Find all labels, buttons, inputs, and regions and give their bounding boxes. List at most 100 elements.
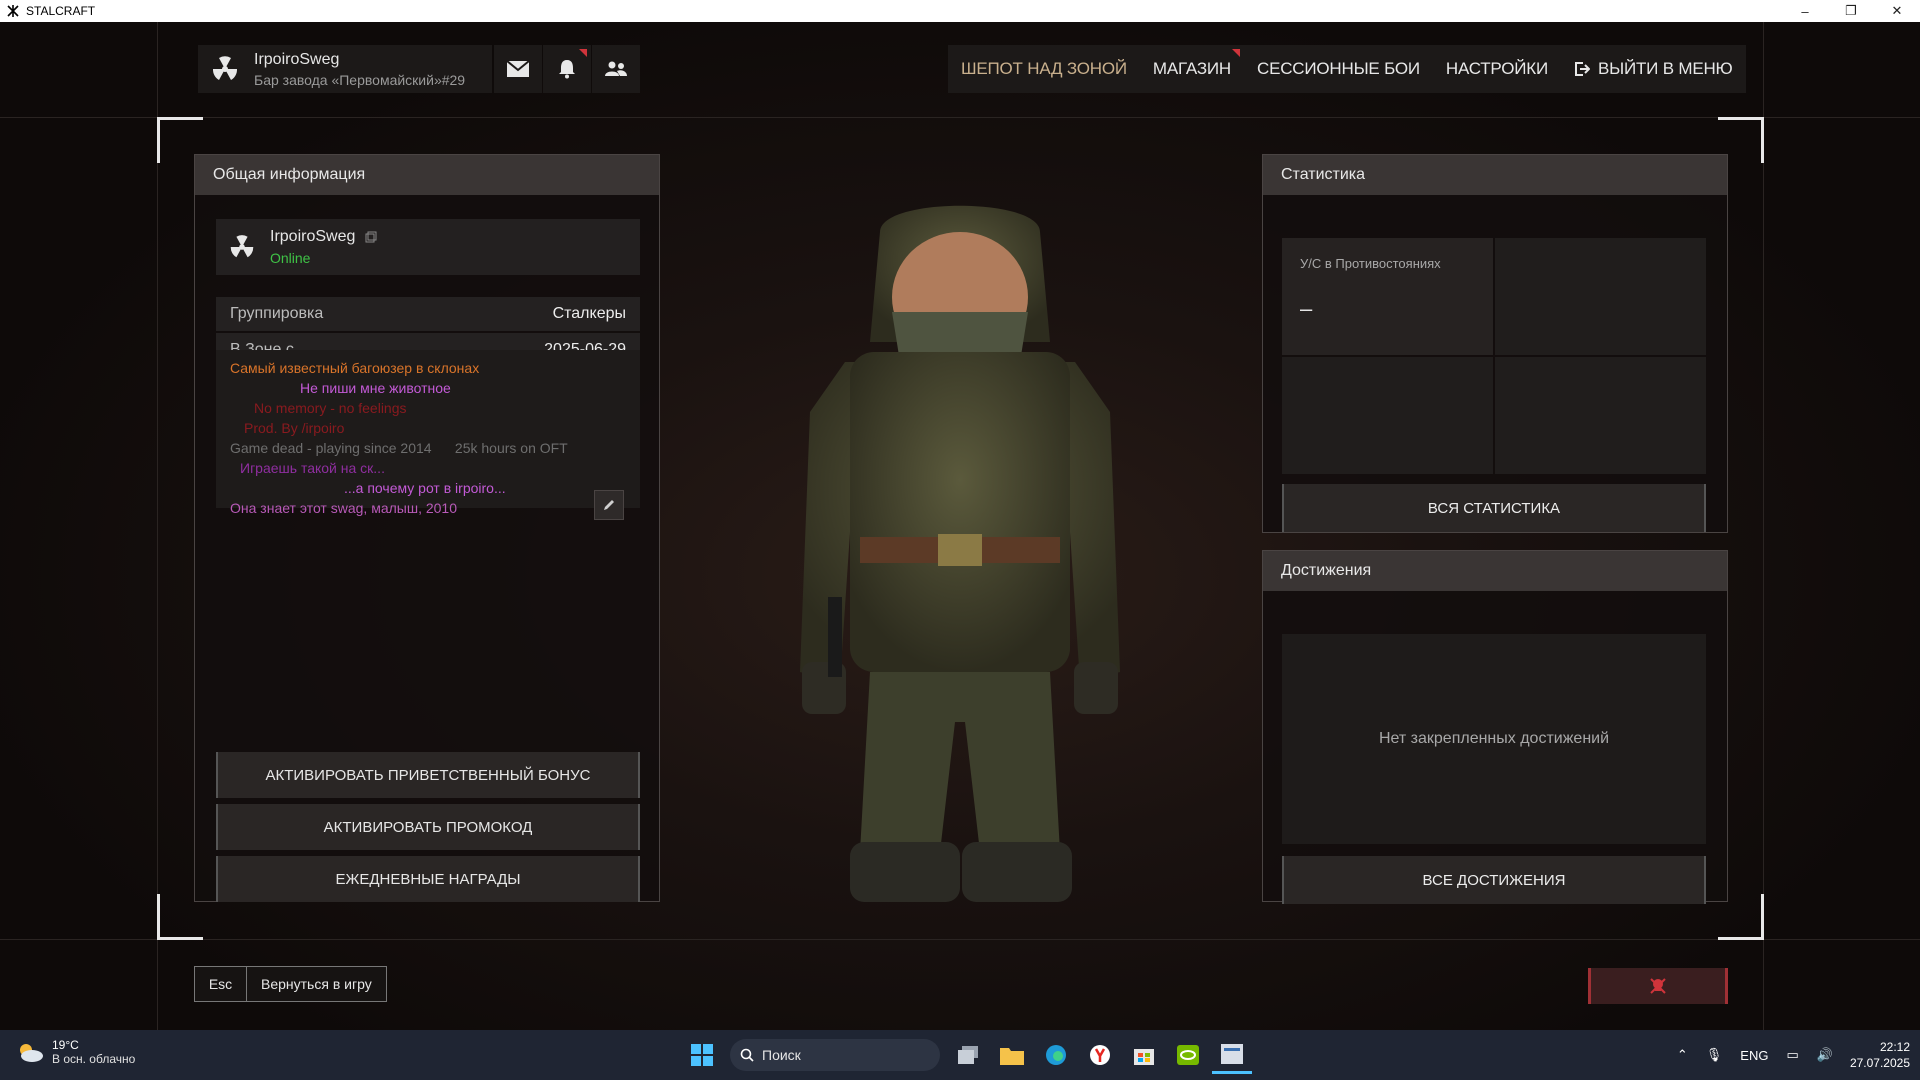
nvidia-icon [1177, 1045, 1199, 1065]
top-navigation: ШЕПОТ НАД ЗОНОЙ МАГАЗИН СЕССИОННЫЕ БОИ Н… [948, 45, 1746, 93]
report-button[interactable] [1588, 968, 1728, 1004]
stats-grid: У/С в Противостояниях – [1282, 238, 1706, 474]
stat-cell [1495, 357, 1706, 474]
friends-button[interactable] [592, 45, 640, 93]
edit-bio-button[interactable] [594, 490, 624, 520]
clock-time: 22:12 [1879, 1040, 1910, 1054]
taskbar-search[interactable]: Поиск [730, 1039, 940, 1071]
stalcraft-taskbar-button[interactable] [1212, 1036, 1252, 1074]
folder-icon [1000, 1048, 1024, 1065]
stalcraft-logo-icon [7, 5, 19, 17]
no-pinned-achievements: Нет закрепленных достижений [1282, 634, 1706, 844]
bio-line: Не пиши мне животное [300, 380, 451, 396]
radiation-icon [230, 235, 254, 258]
weather-text: В осн. облачно [52, 1052, 136, 1066]
minimize-button[interactable]: – [1782, 0, 1828, 22]
mail-icon [506, 60, 530, 77]
online-status: Online [270, 250, 311, 266]
temperature: 19°C [52, 1038, 79, 1052]
restore-button[interactable]: ❐ [1828, 0, 1874, 22]
daily-rewards-button[interactable]: ЕЖЕДНЕВНЫЕ НАГРАДЫ [216, 856, 640, 902]
volume-icon[interactable]: 🔊 [1817, 1047, 1833, 1063]
game-viewport: IrpoiroSweg Бар завода «Первомайский»#29… [0, 22, 1920, 1030]
player-location: Бар завода «Первомайский»#29 [254, 71, 466, 88]
shop-notification-dot [1232, 49, 1240, 57]
bio-line: Prod. By /irpoiro [244, 420, 345, 436]
notification-dot [579, 49, 587, 57]
faction-row: Группировка Сталкеры [216, 297, 640, 331]
bio-line: ...а почему рот в irpoiro... [344, 480, 506, 496]
notifications-button[interactable] [543, 45, 591, 93]
taskbar-center: Поиск [680, 1036, 1254, 1074]
exit-icon [1574, 62, 1590, 76]
skull-icon [1650, 978, 1666, 994]
player-name: IrpoiroSweg [254, 50, 340, 68]
clock[interactable]: 22:12 27.07.2025 [1850, 1039, 1910, 1071]
nvidia-button[interactable] [1168, 1036, 1208, 1074]
nav-shop[interactable]: МАГАЗИН [1140, 45, 1244, 93]
back-to-game-label: Вернуться в игру [261, 976, 372, 992]
search-placeholder: Поиск [762, 1047, 801, 1063]
nav-whisper-over-zone[interactable]: ШЕПОТ НАД ЗОНОЙ [948, 45, 1140, 93]
network-icon[interactable]: ▭ [1786, 1047, 1798, 1063]
profile-card: IrpoiroSweg Online [216, 219, 640, 275]
stalcraft-app-icon [1221, 1043, 1243, 1064]
pencil-icon [604, 500, 614, 510]
friends-icon [605, 61, 627, 76]
mail-button[interactable] [494, 45, 542, 93]
clock-date: 27.07.2025 [1849, 1056, 1910, 1070]
kd-label: У/С в Противостояниях [1300, 256, 1441, 271]
activate-promo-button[interactable]: АКТИВИРОВАТЬ ПРОМОКОД [216, 804, 640, 850]
nav-shop-label: МАГАЗИН [1152, 59, 1231, 78]
bio-line: Играешь такой на ск... [240, 460, 385, 476]
profile-bio: Самый известный багоюзер в склонах Не пи… [216, 350, 640, 516]
microphone-icon[interactable]: 🎙 [1706, 1047, 1723, 1063]
kd-value: – [1300, 296, 1313, 321]
yandex-icon [1090, 1045, 1110, 1065]
activate-welcome-bonus-button[interactable]: АКТИВИРОВАТЬ ПРИВЕТСТВЕННЫЙ БОНУС [216, 752, 640, 798]
edge-button[interactable] [1036, 1036, 1076, 1074]
bio-line: No memory - no feelings [254, 400, 407, 416]
faction-label: Группировка [230, 305, 324, 322]
achievements-title: Достижения [1263, 551, 1727, 591]
bio-line: Самый известный багоюзер в склонах [230, 360, 480, 376]
start-button[interactable] [682, 1036, 722, 1074]
character-model [800, 205, 1120, 902]
task-view-icon [958, 1046, 978, 1064]
language-indicator[interactable]: ENG [1740, 1048, 1768, 1063]
copy-icon[interactable] [365, 231, 377, 243]
nav-exit-label: ВЫЙТИ В МЕНЮ [1597, 59, 1733, 78]
bio-line: Она знает этот swag, малыш, 2010 [230, 500, 457, 516]
all-achievements-button[interactable]: ВСЕ ДОСТИЖЕНИЯ [1282, 856, 1706, 904]
kd-cell: У/С в Противостояниях – [1282, 238, 1493, 355]
bio-line: Game dead - playing since 2014 25k hours… [230, 440, 568, 456]
back-to-game-button[interactable]: Esc Вернуться в игру [194, 966, 387, 1002]
bell-icon [559, 60, 575, 79]
file-explorer-button[interactable] [992, 1036, 1032, 1074]
stats-title: Статистика [1263, 155, 1727, 195]
stat-cell [1495, 238, 1706, 355]
system-tray: ⌃ 🎙 ENG ▭ 🔊 22:12 27.07.2025 [1668, 1030, 1910, 1080]
task-view-button[interactable] [948, 1036, 988, 1074]
esc-key: Esc [195, 967, 247, 1001]
yandex-browser-button[interactable] [1080, 1036, 1120, 1074]
profile-name: IrpoiroSweg [270, 228, 356, 245]
all-stats-button[interactable]: ВСЯ СТАТИСТИКА [1282, 484, 1706, 532]
radiation-icon [212, 56, 238, 80]
player-chip[interactable]: IrpoiroSweg Бар завода «Первомайский»#29 [198, 45, 492, 93]
weather-widget[interactable]: 19°C В осн. облачно [16, 1038, 135, 1066]
store-button[interactable] [1124, 1036, 1164, 1074]
window-title: STALCRAFT [26, 4, 96, 18]
faction-value: Сталкеры [552, 305, 626, 322]
edge-icon [1046, 1045, 1066, 1065]
window-titlebar: STALCRAFT – ❐ ✕ [0, 0, 1920, 22]
chevron-up-icon[interactable]: ⌃ [1677, 1047, 1688, 1063]
nav-exit-to-menu[interactable]: ВЫЙТИ В МЕНЮ [1561, 45, 1746, 93]
windows-icon [691, 1044, 713, 1066]
general-info-title: Общая информация [195, 155, 659, 195]
close-button[interactable]: ✕ [1874, 0, 1920, 22]
nav-session-battles[interactable]: СЕССИОННЫЕ БОИ [1244, 45, 1433, 93]
store-icon [1134, 1049, 1154, 1065]
windows-taskbar: 19°C В осн. облачно Поиск ⌃ 🎙 ENG ▭ 🔊 22… [0, 1030, 1920, 1080]
nav-settings[interactable]: НАСТРОЙКИ [1433, 45, 1561, 93]
